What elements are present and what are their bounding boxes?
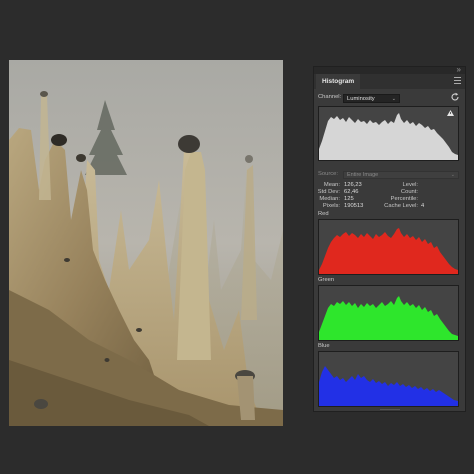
collapse-icon[interactable]: »: [457, 66, 461, 74]
green-channel-label: Green: [318, 277, 335, 283]
stat-stddev-value: 62,46: [344, 189, 359, 195]
red-channel-label: Red: [318, 211, 329, 217]
chevron-down-icon: ⌄: [391, 96, 396, 102]
panel-tab-row: Histogram: [314, 74, 465, 89]
source-select[interactable]: Entire Image ⌄: [343, 171, 459, 179]
stat-pixels-label: Pixels:: [322, 203, 340, 209]
stat-level-label: Level:: [402, 182, 418, 188]
stat-cache-level-value: 4: [421, 203, 425, 209]
panel-menu-icon[interactable]: [454, 77, 461, 86]
channel-select[interactable]: Luminosity ⌄: [343, 94, 400, 103]
blue-histogram: [318, 351, 459, 407]
channel-select-value: Luminosity: [347, 96, 375, 102]
green-histogram-shape: [319, 296, 458, 340]
panel-resize-grip[interactable]: [380, 409, 400, 410]
stat-mean-value: 126,23: [344, 182, 362, 188]
panel-header-bar: »: [314, 66, 465, 74]
stat-median-label: Median:: [319, 196, 340, 202]
earth-pyramids-image: [9, 60, 283, 426]
warning-icon[interactable]: [447, 110, 454, 116]
histogram-panel: » Histogram Channel: Luminosity ⌄ Source…: [313, 66, 466, 412]
source-label: Source:: [318, 171, 338, 177]
stat-stddev-label: Std Dev:: [317, 189, 340, 195]
chevron-down-icon: ⌄: [450, 172, 455, 178]
blue-histogram-shape: [319, 366, 458, 406]
stat-mean-label: Mean:: [323, 182, 340, 188]
stat-cache-level-label: Cache Level:: [384, 203, 418, 209]
stat-median-value: 125: [344, 196, 354, 202]
source-select-value: Entire Image: [347, 172, 379, 178]
luminosity-histogram: [318, 106, 459, 161]
luminosity-histogram-shape: [319, 113, 458, 160]
red-histogram: [318, 219, 459, 275]
blue-channel-label: Blue: [318, 343, 330, 349]
tab-histogram[interactable]: Histogram: [316, 74, 361, 89]
photo-canvas[interactable]: [9, 60, 283, 426]
red-histogram-shape: [319, 228, 458, 274]
stat-percentile-label: Percentile:: [390, 196, 418, 202]
stat-count-label: Count:: [400, 189, 418, 195]
refresh-icon[interactable]: [450, 92, 460, 102]
stat-pixels-value: 190513: [344, 203, 364, 209]
channel-label: Channel:: [318, 94, 342, 100]
green-histogram: [318, 285, 459, 341]
